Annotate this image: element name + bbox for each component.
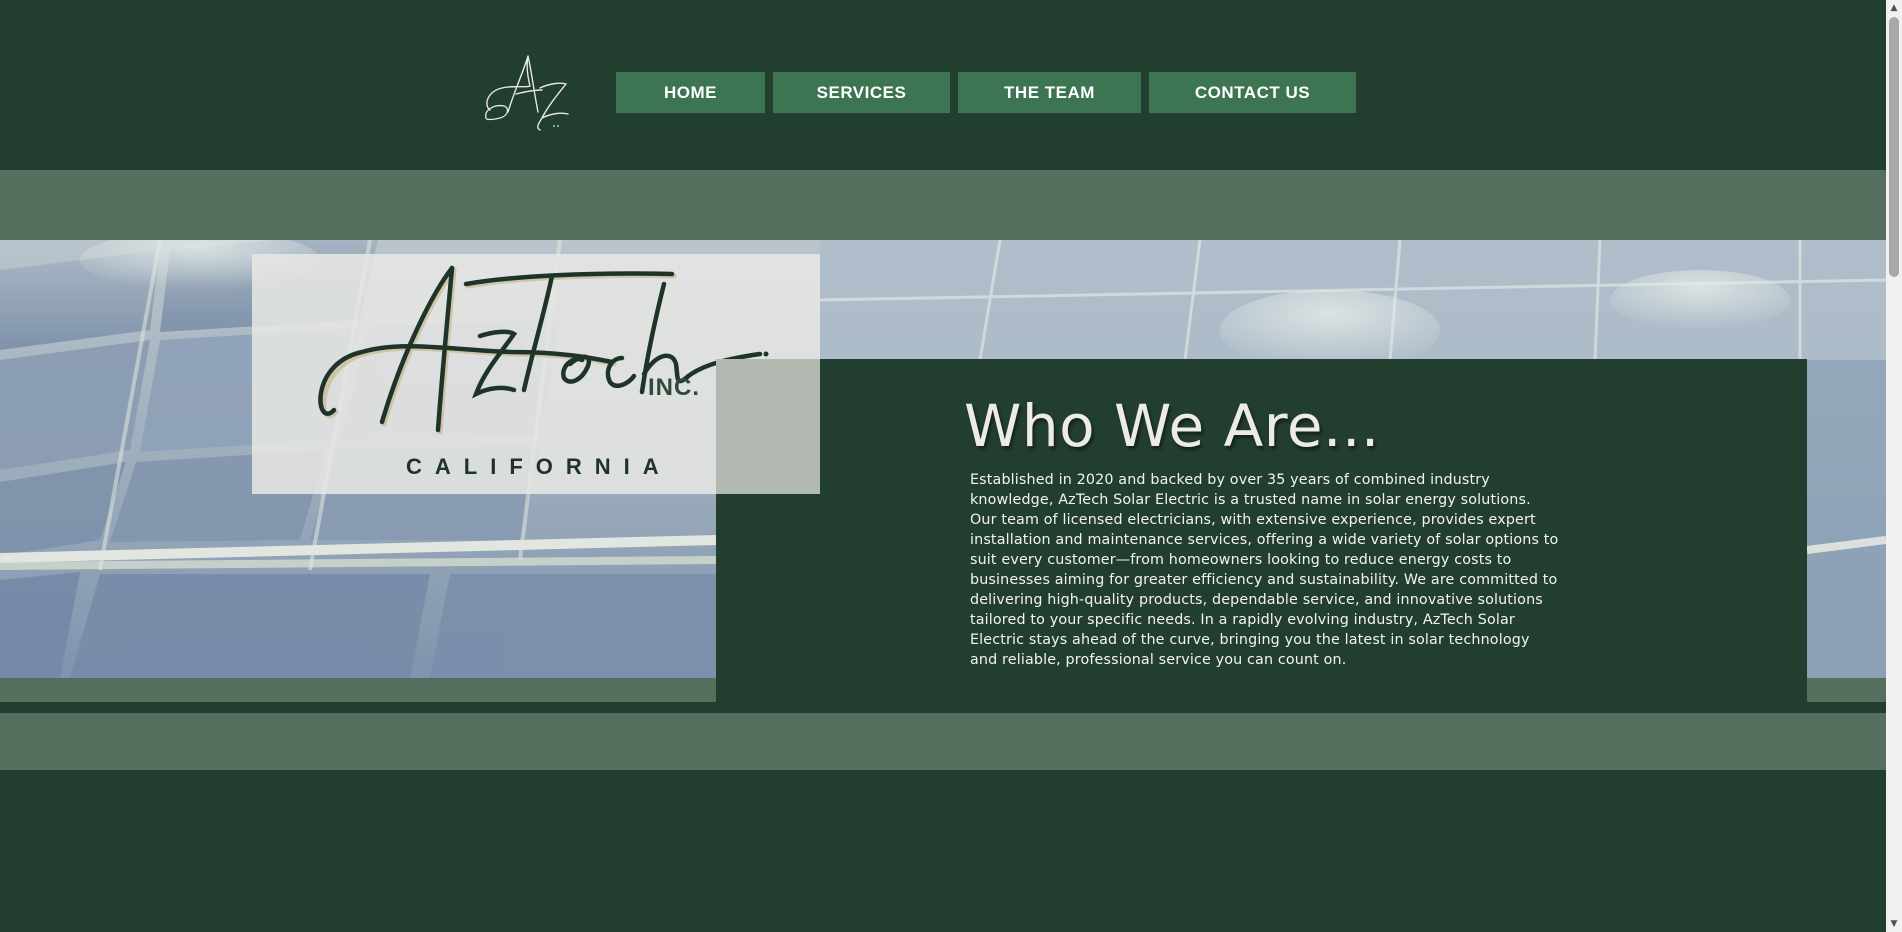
nav-the-team[interactable]: THE TEAM	[958, 72, 1141, 113]
nav-home[interactable]: HOME	[616, 72, 765, 113]
page: HOME SERVICES THE TEAM CONTACT US INC. C…	[0, 0, 1902, 932]
top-band	[0, 170, 1886, 240]
bottom-band	[0, 713, 1886, 770]
header-logo[interactable]	[480, 48, 576, 132]
vertical-scrollbar[interactable]: ▲ ▼	[1886, 0, 1902, 932]
triangle-up-icon[interactable]: ▲	[1886, 0, 1902, 16]
scrollbar-thumb[interactable]	[1889, 17, 1899, 277]
site-header: HOME SERVICES THE TEAM CONTACT US	[0, 0, 1886, 170]
nav-services[interactable]: SERVICES	[773, 72, 950, 113]
nav-contact-us[interactable]: CONTACT US	[1149, 72, 1356, 113]
logo-region-text: CALIFORNIA	[406, 454, 672, 479]
logo-card-overlap	[716, 359, 820, 494]
logo-inc-text: INC.	[648, 374, 700, 401]
triangle-down-icon[interactable]: ▼	[1886, 916, 1902, 932]
who-we-are-heading: Who We Are...	[964, 392, 1380, 460]
who-we-are-body: Established in 2020 and backed by over 3…	[970, 472, 1559, 668]
monogram-logo-icon	[485, 55, 569, 131]
